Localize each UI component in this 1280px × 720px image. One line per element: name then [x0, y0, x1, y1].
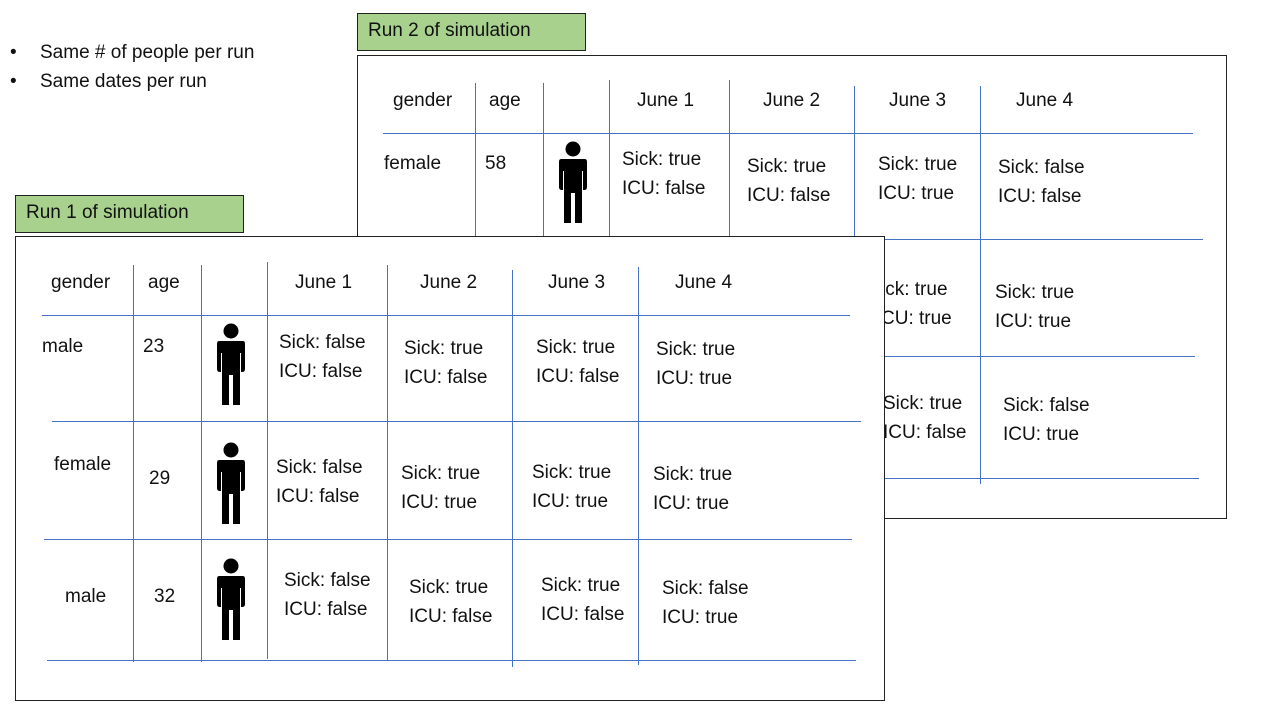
status-cell: Sick: true ICU: false [536, 337, 620, 387]
run2-label: Run 2 of simulation [357, 13, 586, 51]
age-cell: 23 [143, 336, 165, 357]
status-cell: Sick: true ICU: true [995, 282, 1075, 332]
status-cell: Sick: true ICU: true [532, 462, 612, 512]
status-cell: Sick: true ICU: false [883, 393, 967, 443]
gender-cell: male [42, 336, 84, 357]
note-item: • Same # of people per run [10, 38, 254, 67]
header-date: June 4 [675, 272, 733, 293]
notes-list: • Same # of people per run • Same dates pe… [10, 38, 254, 96]
header-date: June 1 [295, 272, 353, 293]
gender-cell: female [54, 454, 112, 475]
header-gender: gender [51, 272, 111, 293]
status-cell: Sick: false ICU: false [998, 157, 1085, 207]
bullet-icon: • [10, 42, 17, 63]
status-cell: Sick: true ICU: false [622, 149, 706, 199]
header-age: age [148, 272, 180, 293]
status-cell: Sick: true ICU: true [878, 154, 958, 204]
header-date: June 2 [763, 90, 821, 111]
status-cell: Sick: false ICU: true [1003, 395, 1090, 445]
person-icon [217, 323, 245, 405]
status-cell: Sick: false ICU: true [662, 578, 749, 628]
status-cell: Sick: true ICU: true [653, 464, 733, 514]
gender-cell: female [384, 153, 442, 174]
run1-label: Run 1 of simulation [15, 195, 244, 233]
gender-cell: male [65, 586, 107, 607]
age-cell: 58 [485, 153, 507, 174]
header-date: June 1 [637, 90, 695, 111]
status-cell: Sick: false ICU: false [279, 332, 366, 382]
note-item: • Same dates per run [10, 67, 254, 96]
status-cell: Sick: true ICU: false [409, 577, 493, 627]
status-cell: Sick: true ICU: true [656, 339, 736, 389]
status-cell: Sick: true ICU: false [404, 338, 488, 388]
status-cell: Sick: true ICU: false [541, 575, 625, 625]
header-date: June 4 [1016, 90, 1074, 111]
header-date: June 3 [889, 90, 947, 111]
bullet-icon: • [10, 71, 17, 92]
header-age: age [489, 90, 521, 111]
status-cell: Sick: true ICU: false [747, 156, 831, 206]
age-cell: 32 [154, 586, 176, 607]
header-gender: gender [393, 90, 453, 111]
run1-panel: gender age June 1 June 2 June 3 June 4 m… [15, 236, 885, 701]
status-cell: Sick: true ICU: true [401, 463, 481, 513]
status-cell: Sick: false ICU: false [284, 570, 371, 620]
person-icon [217, 442, 245, 524]
person-icon [217, 558, 245, 640]
person-icon [559, 141, 587, 223]
header-date: June 3 [548, 272, 606, 293]
header-date: June 2 [420, 272, 478, 293]
status-cell: ick: true CU: true [881, 279, 952, 329]
age-cell: 29 [149, 468, 171, 489]
status-cell: Sick: false ICU: false [276, 457, 363, 507]
